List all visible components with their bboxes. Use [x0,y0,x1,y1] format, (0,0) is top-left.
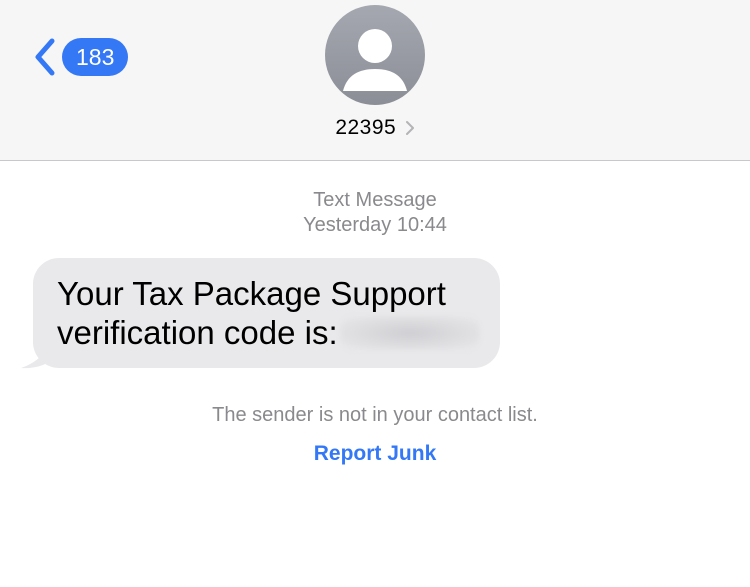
person-silhouette-icon [343,29,407,91]
message-text-line-1: Your Tax Package Support [57,275,446,312]
message-text-line-2-text: verification code is: [57,314,338,351]
back-button[interactable]: 183 [30,35,129,79]
service-label: Text Message [313,189,437,211]
contact-name: 22395 [335,116,397,139]
conversation-header: 183 22395 [0,0,750,161]
timestamp-label: Yesterday 10:44 [303,214,447,236]
incoming-message-bubble[interactable]: Your Tax Package Support verification co… [33,258,500,368]
chevron-right-icon [405,121,414,135]
contact-name-button[interactable]: 22395 [0,116,750,140]
unknown-sender-notice: The sender is not in your contact list. [212,404,538,426]
unread-count-badge: 183 [62,38,129,76]
chevron-left-icon [35,38,55,76]
message-timestamp: Text Message Yesterday 10:44 [0,188,750,238]
redacted-code [339,316,480,350]
message-text-line-2: verification code is: [57,313,480,352]
report-junk-link[interactable]: Report Junk [0,442,750,466]
contact-avatar[interactable] [325,5,425,105]
